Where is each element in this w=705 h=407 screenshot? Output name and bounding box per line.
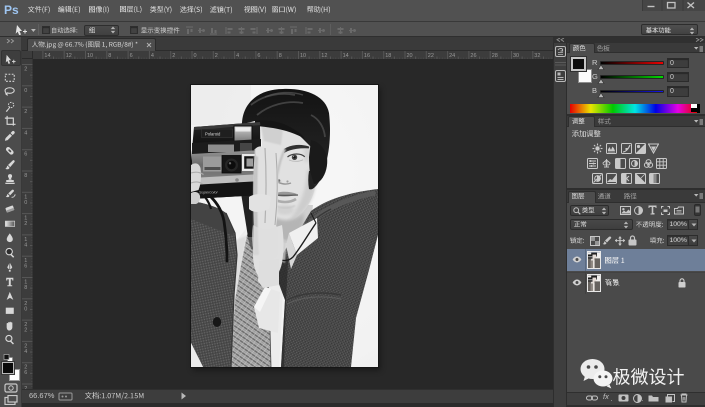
- svg-text:0: 0: [24, 87, 27, 93]
- svg-text:6: 6: [24, 263, 27, 269]
- svg-text:4: 4: [24, 348, 27, 354]
- svg-text:Polaroid: Polaroid: [205, 132, 221, 137]
- svg-text:8: 8: [24, 285, 27, 291]
- svg-text:4: 4: [24, 242, 27, 248]
- svg-text:2: 2: [24, 221, 27, 227]
- svg-text:6: 6: [24, 370, 27, 376]
- svg-text:6: 6: [24, 151, 27, 157]
- svg-text:0: 0: [24, 199, 27, 205]
- svg-text:Supercolor: Supercolor: [199, 190, 219, 195]
- svg-text:2: 2: [24, 109, 27, 115]
- svg-text:2: 2: [24, 327, 27, 333]
- svg-text:8: 8: [24, 173, 27, 179]
- svg-text:4: 4: [24, 130, 27, 136]
- svg-text:2: 2: [24, 66, 27, 72]
- svg-text:0: 0: [24, 306, 27, 312]
